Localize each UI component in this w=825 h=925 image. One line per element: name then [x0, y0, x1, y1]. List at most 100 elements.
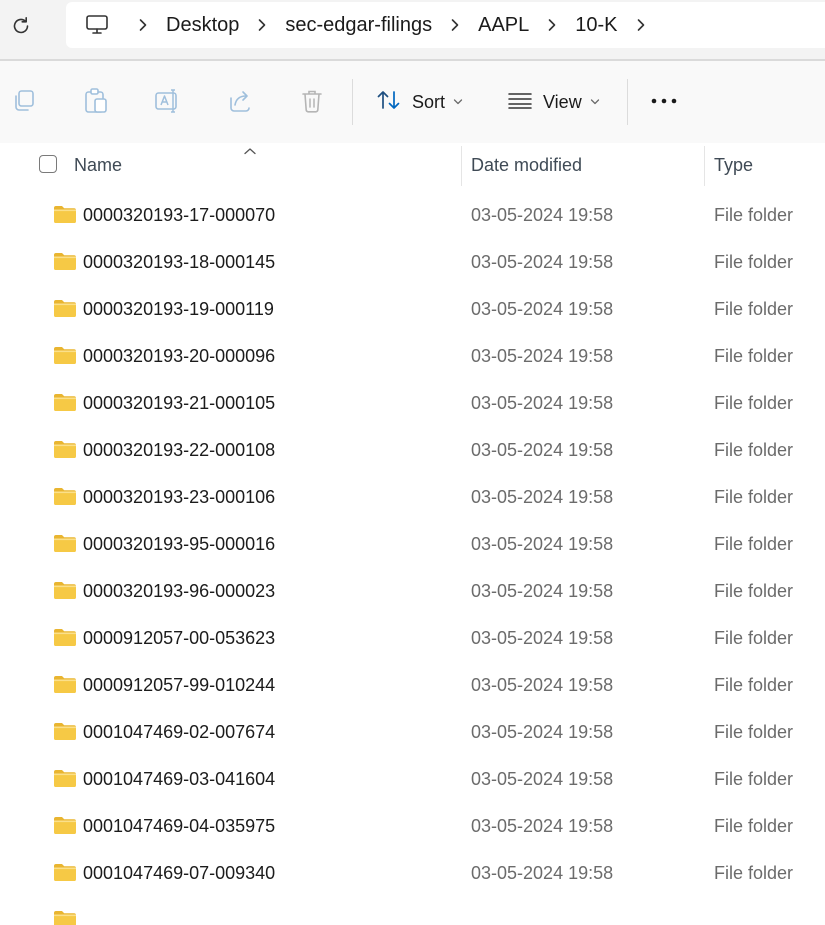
column-separator[interactable] [461, 146, 462, 186]
monitor-icon[interactable] [66, 2, 128, 48]
file-name[interactable]: 0000320193-22-000108 [83, 440, 275, 461]
file-name[interactable]: 0000320193-19-000119 [83, 299, 274, 320]
folder-icon [53, 205, 77, 224]
file-row[interactable]: 0000320193-23-000106 03-05-2024 19:58 File… [0, 474, 825, 521]
folder-icon [53, 581, 77, 600]
file-type: File folder [714, 722, 794, 742]
file-date-modified: 03-05-2024 19:58 [471, 581, 614, 601]
file-type: File folder [714, 487, 794, 507]
breadcrumb-10-k[interactable]: 10-K [567, 14, 625, 37]
file-row[interactable]: 0001047469-04-035975 03-05-2024 19:58 File… [0, 803, 825, 850]
file-date-modified: 03-05-2024 19:58 [471, 252, 614, 272]
share-icon[interactable] [226, 87, 254, 115]
file-row[interactable]: 0001047469-03-041604 03-05-2024 19:58 File… [0, 756, 825, 803]
file-row[interactable]: 0000320193-95-000016 03-05-2024 19:58 File… [0, 521, 825, 568]
breadcrumb-desktop[interactable]: Desktop [158, 14, 247, 37]
more-icon[interactable] [650, 87, 678, 115]
breadcrumb-aapl[interactable]: AAPL [470, 14, 537, 37]
file-row[interactable] [0, 897, 825, 925]
file-type: File folder [714, 675, 794, 695]
refresh-icon[interactable] [6, 11, 36, 41]
command-bar: Sort View [0, 61, 825, 144]
file-row[interactable]: 0000320193-96-000023 03-05-2024 19:58 File… [0, 568, 825, 615]
file-date-modified: 03-05-2024 19:58 [471, 722, 614, 742]
file-date-modified: 03-05-2024 19:58 [471, 816, 614, 836]
file-name[interactable]: 0000320193-17-000070 [83, 205, 275, 226]
chevron-right-icon[interactable] [247, 18, 277, 32]
file-name[interactable]: 0000320193-95-000016 [83, 534, 275, 555]
file-name[interactable]: 0000320193-18-000145 [83, 252, 275, 273]
rename-icon[interactable] [154, 87, 182, 115]
chevron-right-icon[interactable] [128, 18, 158, 32]
chevron-right-icon[interactable] [440, 18, 470, 32]
file-row[interactable]: 0000912057-99-010244 03-05-2024 19:58 File… [0, 662, 825, 709]
file-row[interactable]: 0000320193-18-000145 03-05-2024 19:58 File… [0, 239, 825, 286]
file-row[interactable]: 0001047469-02-007674 03-05-2024 19:58 File… [0, 709, 825, 756]
toolbar-separator [627, 79, 628, 125]
breadcrumb-sec-edgar-filings[interactable]: sec-edgar-filings [277, 14, 440, 37]
file-name[interactable]: 0001047469-02-007674 [83, 722, 275, 743]
file-name[interactable]: 0001047469-07-009340 [83, 863, 275, 884]
folder-icon [53, 722, 77, 741]
sort-icon [376, 89, 402, 116]
file-row[interactable]: 0000320193-19-000119 03-05-2024 19:58 File… [0, 286, 825, 333]
folder-icon [53, 675, 77, 694]
file-date-modified: 03-05-2024 19:58 [471, 487, 614, 507]
column-date-modified[interactable]: Date modified [471, 155, 582, 176]
file-date-modified: 03-05-2024 19:58 [471, 393, 614, 413]
file-name[interactable]: 0000912057-99-010244 [83, 675, 275, 696]
file-date-modified: 03-05-2024 19:58 [471, 346, 614, 366]
file-date-modified: 03-05-2024 19:58 [471, 440, 614, 460]
file-date-modified: 03-05-2024 19:58 [471, 628, 614, 648]
folder-icon [53, 628, 77, 647]
toolbar-separator [352, 79, 353, 125]
paste-icon[interactable] [82, 87, 110, 115]
delete-icon[interactable] [298, 87, 326, 115]
chevron-right-icon[interactable] [537, 18, 567, 32]
chevron-right-icon[interactable] [626, 18, 656, 32]
file-type: File folder [714, 393, 794, 413]
file-type: File folder [714, 581, 794, 601]
select-all-checkbox[interactable] [39, 155, 57, 173]
folder-icon [53, 440, 77, 459]
file-name[interactable]: 0000320193-96-000023 [83, 581, 275, 602]
file-name[interactable]: 0001047469-03-041604 [83, 769, 275, 790]
file-type: File folder [714, 628, 794, 648]
file-row[interactable]: 0000320193-22-000108 03-05-2024 19:58 File… [0, 427, 825, 474]
folder-icon [53, 910, 77, 925]
folder-icon [53, 863, 77, 882]
column-header: Name Date modified Type [0, 143, 825, 188]
file-name[interactable]: 0000912057-00-053623 [83, 628, 275, 649]
breadcrumb[interactable]: Desktop sec-edgar-filings AAPL 10-K [66, 2, 825, 48]
file-name[interactable]: 0000320193-20-000096 [83, 346, 275, 367]
view-button[interactable]: View [507, 85, 600, 119]
address-bar-row: Desktop sec-edgar-filings AAPL 10-K [0, 0, 825, 60]
copy-icon[interactable] [10, 87, 38, 115]
file-row[interactable]: 0000320193-21-000105 03-05-2024 19:58 File… [0, 380, 825, 427]
file-name[interactable]: 0000320193-23-000106 [83, 487, 275, 508]
file-name[interactable]: 0000320193-21-000105 [83, 393, 275, 414]
file-type: File folder [714, 346, 794, 366]
file-type: File folder [714, 863, 794, 883]
file-type: File folder [714, 816, 794, 836]
file-row[interactable]: 0000912057-00-053623 03-05-2024 19:58 File… [0, 615, 825, 662]
file-date-modified: 03-05-2024 19:58 [471, 863, 614, 883]
folder-icon [53, 393, 77, 412]
file-type: File folder [714, 534, 794, 554]
sort-button[interactable]: Sort [376, 85, 463, 119]
column-separator[interactable] [704, 146, 705, 186]
column-type[interactable]: Type [714, 155, 753, 176]
file-name[interactable]: 0001047469-04-035975 [83, 816, 275, 837]
view-list-icon [507, 90, 533, 115]
file-date-modified: 03-05-2024 19:58 [471, 205, 614, 225]
sort-label: Sort [412, 91, 446, 112]
file-row[interactable]: 0000320193-20-000096 03-05-2024 19:58 File… [0, 333, 825, 380]
file-type: File folder [714, 252, 794, 272]
folder-icon [53, 299, 77, 318]
file-date-modified: 03-05-2024 19:58 [471, 299, 614, 319]
chevron-down-icon [453, 98, 463, 106]
column-name[interactable]: Name [74, 155, 122, 176]
file-row[interactable]: 0000320193-17-000070 03-05-2024 19:58 File… [0, 192, 825, 239]
folder-icon [53, 534, 77, 553]
file-row[interactable]: 0001047469-07-009340 03-05-2024 19:58 File… [0, 850, 825, 897]
